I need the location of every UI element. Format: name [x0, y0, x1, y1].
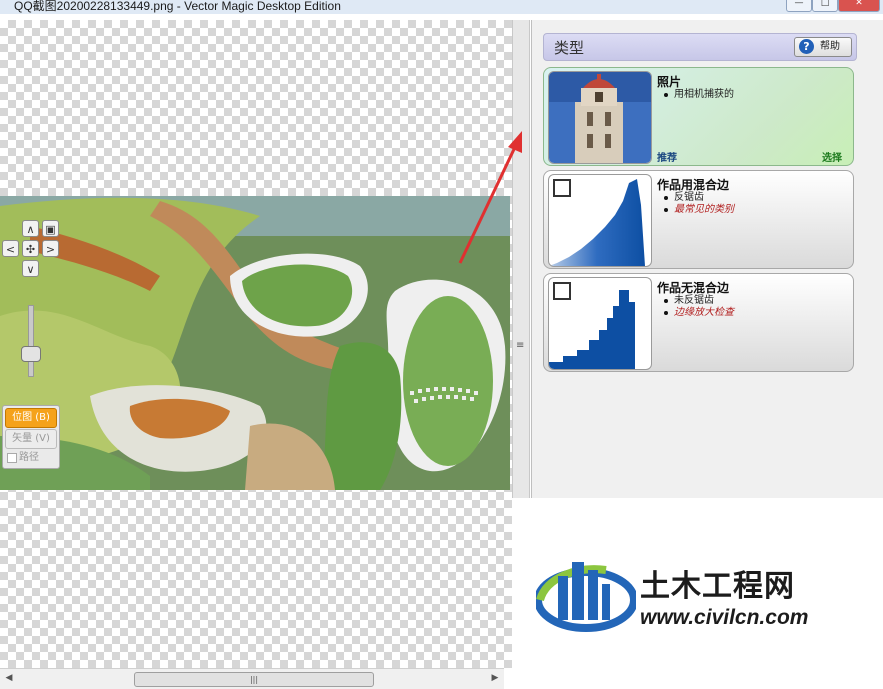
select-link[interactable]: 选择 [822, 149, 842, 164]
type-card-artwork-aliased[interactable]: 作品无混合边 未反锯齿 边缘放大检查 [543, 273, 854, 372]
bullet-item: 最常见的类别 [662, 204, 734, 216]
chart-icon [553, 282, 571, 300]
maximize-button[interactable]: □ [812, 0, 838, 12]
minimize-button[interactable]: — [786, 0, 812, 12]
help-label: 帮助 [820, 41, 840, 52]
bullet-item: 反锯齿 [662, 192, 734, 204]
scroll-right-icon[interactable]: ▶ [488, 672, 502, 685]
bullet-item: 边缘放大检查 [662, 307, 734, 319]
card-bullets-photo: 用相机捕获的 [662, 89, 734, 101]
card-title-aliased: 作品无混合边 [657, 281, 730, 295]
pan-down-button[interactable]: ∨ [22, 260, 39, 277]
title-bar: QQ截图20200228133449.png - Vector Magic De… [0, 0, 883, 14]
paths-checkbox[interactable] [7, 453, 17, 463]
card-title-blended: 作品用混合边 [657, 178, 730, 192]
scroll-left-icon[interactable]: ◀ [2, 672, 16, 685]
scrollbar-thumb[interactable]: ||| [134, 672, 374, 687]
zoom-fit-button[interactable]: ▣ [42, 220, 59, 237]
sidebar-header: 类型 ? 帮助 [543, 33, 857, 61]
recommend-label: 推荐 [657, 153, 677, 164]
card-bullets-aliased: 未反锯齿 边缘放大检查 [662, 295, 734, 319]
watermark-logo: 土木工程网 www.civilcn.com [534, 548, 856, 640]
horizontal-scrollbar[interactable]: ◀ ||| ▶ [0, 668, 504, 689]
help-button[interactable]: ? 帮助 [794, 37, 852, 57]
view-mode-panel: 位图 (B) 矢量 (V) 路径 [2, 405, 60, 469]
bullet-item: 未反锯齿 [662, 295, 734, 307]
move-icon[interactable]: ✣ [22, 240, 39, 257]
park-plan-image [0, 196, 510, 490]
aliased-edges-thumbnail [548, 277, 652, 370]
type-sidebar: 类型 ? 帮助 照片 用相机捕获的 推荐 选择 作品用混合边 反锯齿 最常见的类… [531, 20, 883, 498]
bitmap-mode-button[interactable]: 位图 (B) [5, 408, 57, 428]
card-title-photo: 照片 [657, 75, 682, 89]
sidebar-heading: 类型 [554, 39, 585, 57]
paths-label: 路径 [19, 452, 39, 463]
question-icon: ? [799, 39, 814, 54]
bullet-item: 用相机捕获的 [662, 89, 734, 101]
zoom-slider-track[interactable] [28, 305, 34, 377]
pan-up-button[interactable]: ∧ [22, 220, 39, 237]
zoom-slider-thumb[interactable] [21, 346, 41, 362]
splitter-grip-icon[interactable]: ≡ [516, 340, 524, 351]
type-card-artwork-blended[interactable]: 作品用混合边 反锯齿 最常见的类别 [543, 170, 854, 269]
window-title: QQ截图20200228133449.png - Vector Magic De… [14, 0, 341, 13]
vector-mode-button[interactable]: 矢量 (V) [5, 429, 57, 449]
close-button[interactable]: ✕ [838, 0, 880, 12]
blended-edges-thumbnail [548, 174, 652, 267]
watermark-url: www.civilcn.com [640, 606, 809, 629]
red-arrow-annotation [458, 131, 522, 264]
type-card-photo[interactable]: 照片 用相机捕获的 推荐 选择 [543, 67, 854, 166]
pan-left-button[interactable]: < [2, 240, 19, 257]
chart-icon [553, 179, 571, 197]
pan-right-button[interactable]: > [42, 240, 59, 257]
bitmap-preview[interactable] [0, 196, 510, 490]
photo-thumbnail [548, 71, 652, 164]
paths-checkbox-row[interactable]: 路径 [5, 451, 55, 465]
logo-graphic [534, 562, 638, 632]
card-bullets-blended: 反锯齿 最常见的类别 [662, 192, 734, 216]
watermark-brand: 土木工程网 [640, 569, 795, 604]
